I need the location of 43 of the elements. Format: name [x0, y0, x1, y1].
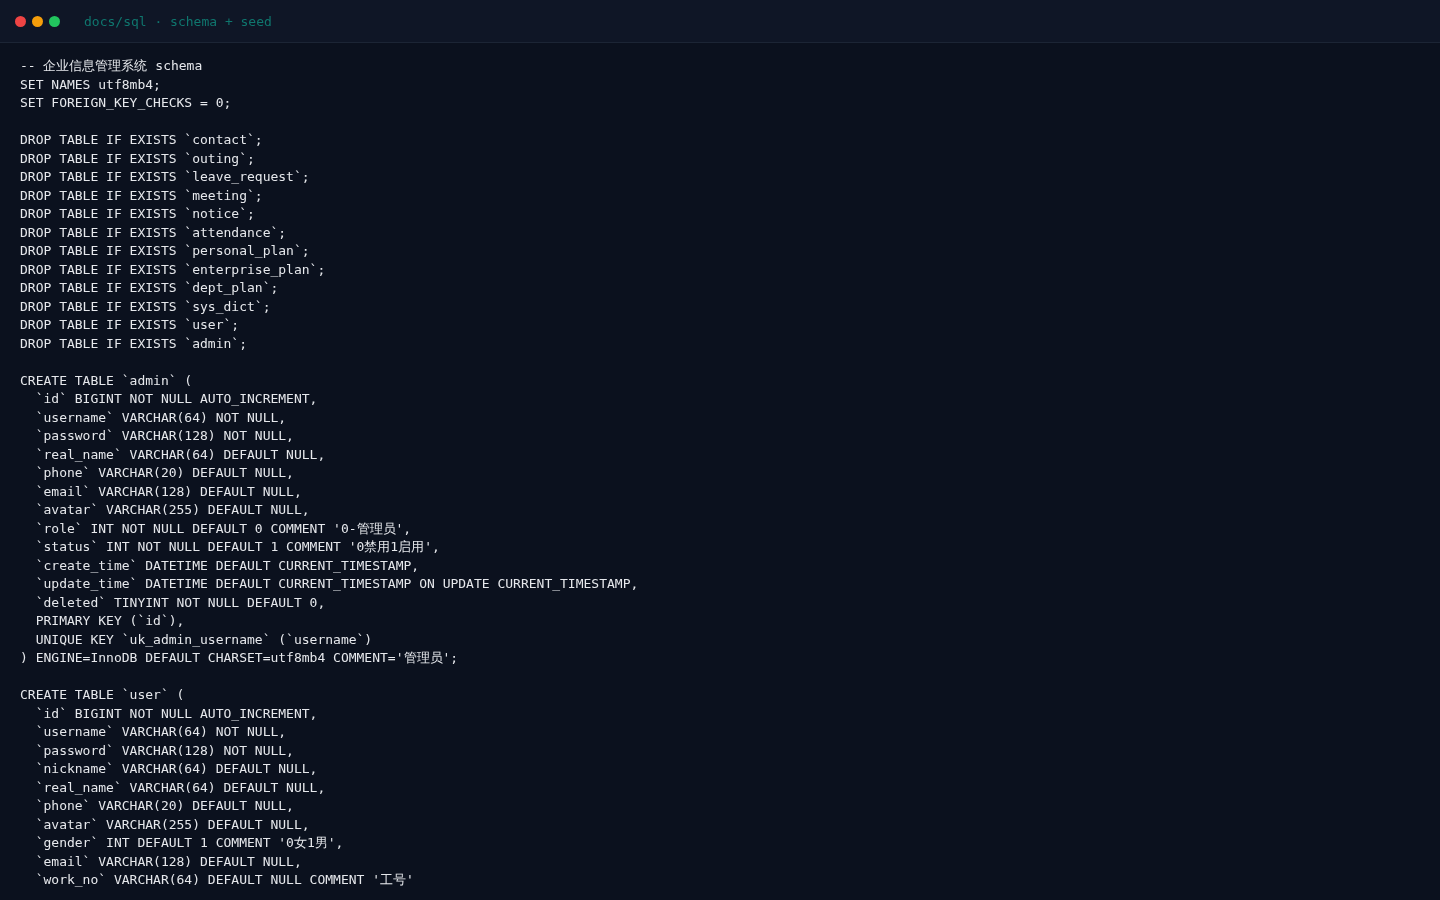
code-line: `deleted` TINYINT NOT NULL DEFAULT 0, [34, 593, 326, 612]
code-line: `status` INT NOT NULL DEFAULT 1 COMMENT '0禁用1启用', [34, 538, 440, 556]
code-line: PRIMARY KEY (`id`), [34, 612, 185, 630]
code-line: DROP TABLE IF EXISTS `notice`; [20, 205, 255, 223]
code-line: DROP TABLE IF EXISTS `enterprise_plan`; [20, 260, 326, 279]
code-line: `password` VARCHAR(128) NOT NULL, [34, 427, 294, 445]
code-line: DROP TABLE IF EXISTS `outing`; [20, 149, 255, 168]
code-line: DROP TABLE IF EXISTS `attendance`; [20, 223, 287, 242]
code-line: `real_name` VARCHAR(64) DEFAULT NULL, [34, 778, 326, 797]
code-line: DROP TABLE IF EXISTS `dept_plan`; [20, 279, 279, 297]
code-line: `create_time` DATETIME DEFAULT CURRENT_TIMESTAMP, [34, 556, 420, 575]
code-line: DROP TABLE IF EXISTS `meeting`; [20, 186, 263, 205]
code-line: `update_time` DATETIME DEFAULT CURRENT_TIMESTAMP ON UPDATE CURRENT_TIMESTAMP, [34, 575, 639, 593]
code-line: `username` VARCHAR(64) NOT NULL, [34, 723, 287, 741]
code-line: SET FOREIGN_KEY_CHECKS = 0; [20, 94, 232, 112]
code-line: `real_name` VARCHAR(64) DEFAULT NULL, [34, 445, 326, 464]
code-line: `password` VARCHAR(128) NOT NULL, [34, 741, 294, 760]
code-line: ) ENGINE=InnoDB DEFAULT CHARSET=utf8mb4 COMMENT='管理员'; [20, 649, 459, 667]
code-line: `work_no` VARCHAR(64) DEFAULT NULL COMMENT '工号' [34, 871, 414, 889]
code-line: `email` VARCHAR(128) DEFAULT NULL, [34, 482, 302, 501]
code-line: `id` BIGINT NOT NULL AUTO_INCREMENT, [34, 704, 318, 723]
code-line: `avatar` VARCHAR(255) DEFAULT NULL, [34, 501, 310, 519]
code-line: `phone` VARCHAR(20) DEFAULT NULL, [34, 464, 294, 482]
code-line: `email` VARCHAR(128) DEFAULT NULL, [34, 852, 302, 871]
code-line: `username` VARCHAR(64) NOT NULL, [34, 408, 287, 427]
code-line: `nickname` VARCHAR(64) DEFAULT NULL, [34, 760, 318, 778]
code-line: CREATE TABLE `user` ( [20, 686, 185, 704]
code-line: CREATE TABLE `admin` ( [20, 371, 193, 390]
code-line: -- 企业信息管理系统 schema [20, 57, 203, 75]
code-line: DROP TABLE IF EXISTS `sys_dict`; [20, 297, 271, 316]
code-line: `avatar` VARCHAR(255) DEFAULT NULL, [34, 815, 310, 834]
code-line: `id` BIGINT NOT NULL AUTO_INCREMENT, [34, 390, 318, 408]
window-title: docs/sql · schema + seed [84, 13, 272, 29]
code-line: DROP TABLE IF EXISTS `personal_plan`; [20, 242, 310, 260]
code-line: `phone` VARCHAR(20) DEFAULT NULL, [34, 797, 294, 815]
code-line: DROP TABLE IF EXISTS `admin`; [20, 334, 247, 353]
code-line: DROP TABLE IF EXISTS `leave_request`; [20, 168, 310, 186]
code-line: SET NAMES utf8mb4; [20, 75, 161, 94]
code-line: DROP TABLE IF EXISTS `user`; [20, 316, 240, 334]
code-line: `gender` INT DEFAULT 1 COMMENT '0女1男', [34, 834, 344, 852]
code-line: `role` INT NOT NULL DEFAULT 0 COMMENT '0-管理员', [34, 519, 412, 538]
code-line: UNIQUE KEY `uk_admin_username` (`username`) [34, 630, 373, 649]
code-line: DROP TABLE IF EXISTS `contact`; [20, 131, 263, 149]
